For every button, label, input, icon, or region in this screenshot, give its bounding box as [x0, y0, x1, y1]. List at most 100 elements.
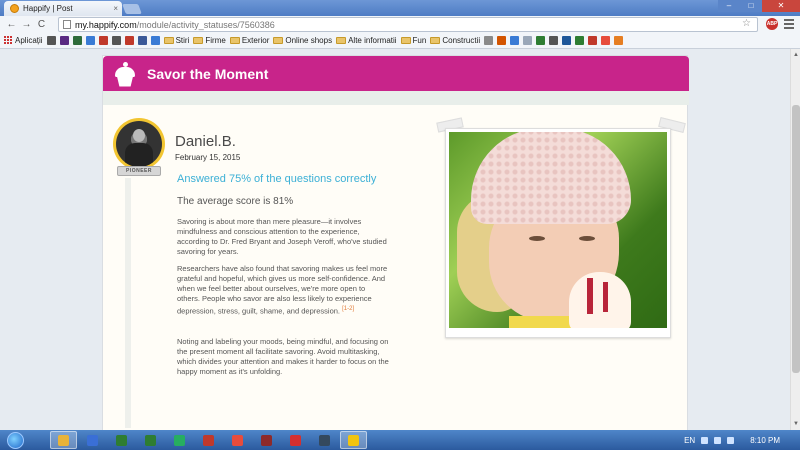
bookmark-folder-stiri[interactable]: Stiri: [163, 36, 189, 45]
app-taskbar-button-6[interactable]: [195, 431, 222, 449]
bookmark-site-19[interactable]: [510, 36, 520, 45]
bookmark-folder-fun[interactable]: Fun: [400, 36, 426, 45]
scroll-up-icon[interactable]: ▲: [792, 51, 800, 59]
tab-strip: Happify | Post × – □ ✕: [0, 0, 800, 16]
window-controls: – □ ✕: [718, 0, 800, 12]
reload-button[interactable]: C: [34, 18, 49, 32]
adblock-extension-icon[interactable]: ABP: [766, 18, 778, 30]
close-window-button[interactable]: ✕: [762, 0, 800, 12]
page-viewport: Savor the Moment PIONEER Daniel.B. Febru…: [0, 49, 790, 430]
bookmark-folder-exterior[interactable]: Exterior: [229, 36, 270, 45]
app-taskbar-icon-6: [203, 434, 214, 446]
site-favicon-icon: [72, 36, 82, 45]
bookmark-label: Alte informatii: [348, 36, 397, 45]
bookmark-site-17[interactable]: [484, 36, 494, 45]
bookmark-site-6[interactable]: [111, 36, 121, 45]
paragraph-3: Noting and labeling your moods, being mi…: [177, 337, 389, 376]
bookmark-site-18[interactable]: [497, 36, 507, 45]
forward-button[interactable]: →: [19, 18, 34, 32]
tray-arrow-icon[interactable]: [701, 436, 709, 444]
windows-taskbar: EN 8:10 PM: [0, 430, 800, 450]
girl-with-ice-cream-photo: [449, 132, 667, 328]
start-button[interactable]: [0, 430, 30, 450]
bookmark-site-4[interactable]: [85, 36, 95, 45]
bookmark-site-8[interactable]: [137, 36, 147, 45]
clock[interactable]: 8:10 PM: [750, 436, 780, 445]
bookmark-site-1[interactable]: [46, 36, 56, 45]
maximize-button[interactable]: □: [740, 0, 762, 12]
apps-grid-icon: [4, 36, 13, 45]
cupcake-icon: [115, 61, 135, 87]
bookmark-site-5[interactable]: [98, 36, 108, 45]
page-scrollbar[interactable]: ▲ ▼: [790, 49, 800, 430]
app-taskbar-button-7[interactable]: [224, 431, 251, 449]
bookmark-label: Constructii: [442, 36, 481, 45]
app-taskbar-button-4[interactable]: [137, 431, 164, 449]
bookmark-site-26[interactable]: [601, 36, 611, 45]
bookmarks-bar: Aplicații Stiri Firme Exterior Online shops A…: [0, 33, 800, 49]
bookmark-site-2[interactable]: [59, 36, 69, 45]
user-name[interactable]: Daniel.B.: [175, 133, 236, 150]
app-taskbar-icon-10: [319, 434, 330, 446]
minimize-button[interactable]: –: [718, 0, 740, 12]
answered-result: Answered 75% of the questions correctly: [177, 173, 377, 185]
bookmark-site-22[interactable]: [549, 36, 559, 45]
bookmark-folder-constructii[interactable]: Constructii: [430, 36, 480, 45]
bookmark-star-icon[interactable]: ☆: [742, 18, 751, 29]
bookmark-label: Exterior: [241, 36, 270, 45]
happify-favicon-icon: [10, 4, 19, 13]
bookmark-folder-firme[interactable]: Firme: [193, 36, 226, 45]
citation-link[interactable]: [1-2]: [342, 306, 354, 312]
explorer-taskbar-button[interactable]: [340, 431, 367, 449]
volume-icon[interactable]: [727, 436, 735, 444]
language-indicator[interactable]: EN: [684, 436, 695, 445]
chrome-taskbar-button[interactable]: [50, 431, 77, 449]
app-taskbar-button-2[interactable]: [79, 431, 106, 449]
back-button[interactable]: ←: [4, 18, 19, 32]
app-taskbar-button-10[interactable]: [311, 431, 338, 449]
bookmark-site-27[interactable]: [614, 36, 624, 45]
bookmark-site-20[interactable]: [523, 36, 533, 45]
folder-icon: [163, 37, 174, 44]
new-tab-button[interactable]: [122, 4, 142, 14]
chrome-menu-icon[interactable]: [784, 19, 794, 29]
url-host: my.happify.com: [75, 19, 137, 30]
bookmark-site-23[interactable]: [562, 36, 572, 45]
bookmark-site-7[interactable]: [124, 36, 134, 45]
folder-icon: [193, 37, 204, 44]
bookmark-label: Firme: [205, 36, 226, 45]
address-bar[interactable]: my.happify.com/module/activity_statuses/…: [58, 17, 758, 32]
site-favicon-icon: [588, 36, 598, 45]
bookmark-site-3[interactable]: [72, 36, 82, 45]
bookmark-site-21[interactable]: [536, 36, 546, 45]
site-favicon-icon: [601, 36, 611, 45]
bookmark-site-9[interactable]: [150, 36, 160, 45]
app-taskbar-button-5[interactable]: [166, 431, 193, 449]
tab-close-icon[interactable]: ×: [113, 4, 118, 13]
paragraph-2: Researchers have also found that savorin…: [177, 264, 389, 317]
card-title: Savor the Moment: [147, 65, 269, 82]
site-favicon-icon: [562, 36, 572, 45]
site-favicon-icon: [497, 36, 507, 45]
average-score: The average score is 81%: [177, 196, 294, 207]
pioneer-badge: PIONEER: [117, 166, 161, 176]
paragraph-1: Savoring is about more than mere pleasur…: [177, 217, 387, 256]
bookmark-site-25[interactable]: [588, 36, 598, 45]
app-taskbar-button-8[interactable]: [253, 431, 280, 449]
bookmark-apps[interactable]: Aplicații: [4, 36, 43, 45]
user-avatar[interactable]: PIONEER: [113, 118, 165, 178]
scroll-down-icon[interactable]: ▼: [792, 420, 800, 428]
browser-toolbar: ← → C my.happify.com/module/activity_sta…: [0, 16, 800, 33]
app-taskbar-icon-7: [232, 434, 243, 446]
tab-happify-post[interactable]: Happify | Post ×: [4, 1, 122, 16]
site-favicon-icon: [46, 36, 56, 45]
browser-window: Happify | Post × – □ ✕ ← → C my.happify.…: [0, 0, 800, 450]
bookmark-site-24[interactable]: [575, 36, 585, 45]
excel-taskbar-button[interactable]: [108, 431, 135, 449]
network-icon[interactable]: [714, 436, 722, 444]
bookmark-folder-alte-informatii[interactable]: Alte informatii: [336, 36, 397, 45]
card-header: Savor the Moment: [103, 56, 689, 91]
acrobat-taskbar-button[interactable]: [282, 431, 309, 449]
bookmark-folder-online-shops[interactable]: Online shops: [273, 36, 332, 45]
scroll-thumb[interactable]: [792, 105, 800, 373]
